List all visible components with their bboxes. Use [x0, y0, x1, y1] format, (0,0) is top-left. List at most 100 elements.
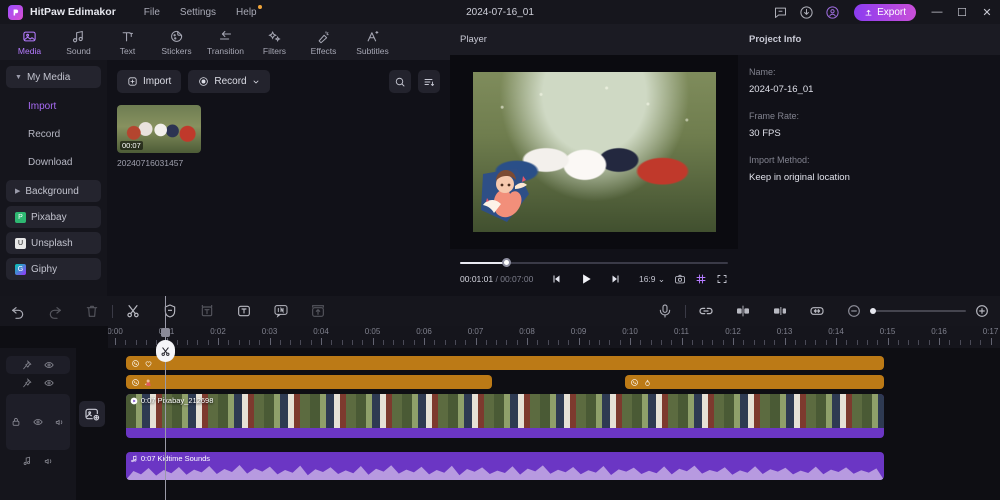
fit-timeline-button[interactable] [809, 303, 825, 319]
ruler-tick-minor [763, 340, 765, 345]
media-thumbnail[interactable]: 00:07 [117, 105, 201, 153]
pin-icon[interactable] [22, 378, 32, 388]
scrubber-handle[interactable] [501, 258, 511, 267]
step-forward-icon[interactable] [609, 273, 621, 285]
crop-button[interactable] [199, 303, 215, 319]
split-both-button[interactable] [735, 303, 751, 319]
search-button[interactable] [389, 70, 411, 93]
camera-icon[interactable] [674, 273, 686, 285]
sidebar-item-record[interactable]: Record [6, 120, 101, 148]
mask-button[interactable] [162, 303, 178, 319]
sidebar-item-background[interactable]: ▶ Background [6, 180, 101, 202]
media-item[interactable]: 00:07 20240716031457 [117, 105, 201, 168]
sidebar-item-import[interactable]: Import [6, 92, 101, 120]
tab-subtitles[interactable]: Subtitles [349, 25, 396, 59]
clip-video[interactable]: 0:07 Pixabay_212698 [125, 394, 885, 438]
pin-icon[interactable] [22, 360, 32, 370]
ruler-tick-minor [660, 340, 662, 345]
my-media-label: My Media [26, 71, 71, 83]
plus-box-icon [128, 77, 137, 86]
ruler-tick-minor [351, 340, 353, 345]
eye-icon[interactable] [44, 378, 54, 388]
tab-effects[interactable]: Effects [300, 25, 347, 59]
track-control-audio[interactable] [6, 452, 70, 470]
ruler-tick-minor [176, 340, 178, 345]
aspect-ratio-selector[interactable]: 16:9 ⌄ [639, 274, 665, 285]
mute-icon[interactable] [55, 417, 65, 427]
video-clip-icon [130, 397, 138, 404]
preview-video[interactable] [472, 72, 716, 232]
account-icon[interactable] [825, 5, 840, 20]
record-button[interactable]: Record [188, 70, 270, 93]
clip-sticker-1[interactable] [125, 356, 885, 370]
tab-media[interactable]: Media [6, 25, 53, 59]
clip-sticker-2b[interactable] [625, 375, 885, 389]
ruler-tick-minor [382, 340, 384, 345]
tab-text-label: Text [119, 45, 136, 56]
transport-controls [533, 272, 639, 286]
import-button[interactable]: Import [117, 70, 182, 93]
close-button[interactable]: ✕ [980, 6, 994, 19]
export-frame-button[interactable] [310, 303, 326, 319]
tab-text[interactable]: Text [104, 25, 151, 59]
add-media-button[interactable] [79, 401, 105, 427]
export-button[interactable]: Export [854, 3, 916, 21]
sidebar-item-my-media[interactable]: ▼ My Media [6, 66, 101, 88]
grid-icon[interactable] [695, 273, 707, 285]
undo-button[interactable] [10, 303, 26, 319]
clip-sticker-2a[interactable] [125, 375, 492, 389]
track-control-video[interactable] [6, 394, 70, 450]
sort-button[interactable] [418, 70, 440, 93]
eye-icon[interactable] [33, 417, 43, 427]
tab-transition[interactable]: Transition [202, 25, 249, 59]
maximize-button[interactable]: ☐ [955, 6, 969, 19]
mute-icon[interactable] [44, 456, 54, 466]
sidebar-item-giphy[interactable]: G Giphy [6, 258, 101, 280]
step-backward-icon[interactable] [551, 273, 563, 285]
ai-button[interactable] [273, 303, 289, 319]
playhead-split-button[interactable] [156, 340, 175, 362]
ruler-tick-major [475, 338, 477, 345]
video-clip-label: 0:07 Pixabay_212698 [140, 396, 214, 405]
ruler-tick-major [424, 338, 425, 345]
video-clip-label-group: 0:07 Pixabay_212698 [130, 396, 214, 405]
tab-stickers[interactable]: Stickers [153, 25, 200, 59]
track-control-sticker-2[interactable] [6, 375, 70, 391]
tab-filters[interactable]: Filters [251, 25, 298, 59]
ruler-tick-minor [557, 340, 559, 345]
redo-button[interactable] [47, 303, 63, 319]
tab-sound[interactable]: Sound [55, 25, 102, 59]
split-button[interactable] [125, 303, 141, 319]
fullscreen-icon[interactable] [716, 273, 728, 285]
zoom-in-button[interactable] [974, 303, 990, 319]
ruler-tick-major [681, 338, 683, 345]
cupid-sticker[interactable] [477, 164, 547, 226]
minimize-button[interactable]: — [930, 6, 944, 18]
zoom-out-button[interactable] [846, 303, 862, 319]
timeline-ruler[interactable]: 0:00 0:01 0:02 0:03 0:04 0:05 0:06 0:07 0:08 0:09… [108, 326, 1000, 348]
ruler-tick-minor [506, 340, 508, 345]
sidebar-item-download[interactable]: Download [6, 148, 101, 176]
ruler-tick-minor [599, 340, 601, 345]
eye-icon[interactable] [44, 360, 54, 370]
track-control-sticker-1[interactable] [6, 356, 70, 374]
music-icon[interactable] [22, 456, 32, 466]
ruler-tick-minor [702, 340, 704, 345]
ruler-tick-minor [743, 340, 745, 345]
lock-icon[interactable] [11, 417, 21, 427]
tab-subtitles-label: Subtitles [356, 45, 389, 56]
sidebar-item-unsplash[interactable]: U Unsplash [6, 232, 101, 254]
delete-button[interactable] [84, 303, 100, 319]
zoom-slider-handle[interactable] [870, 308, 876, 314]
download-icon[interactable] [799, 5, 814, 20]
split-side-button[interactable] [772, 303, 788, 319]
sidebar-item-pixabay[interactable]: P Pixabay [6, 206, 101, 228]
voiceover-button[interactable] [657, 303, 673, 319]
feedback-icon[interactable] [773, 5, 788, 20]
clip-audio[interactable]: 0:07 Kidtime Sounds [125, 452, 885, 480]
play-button[interactable] [579, 272, 593, 286]
zoom-slider[interactable] [870, 305, 966, 317]
link-clips-button[interactable] [698, 303, 714, 319]
text-button[interactable] [236, 303, 252, 319]
player-scrubber[interactable] [460, 258, 728, 268]
